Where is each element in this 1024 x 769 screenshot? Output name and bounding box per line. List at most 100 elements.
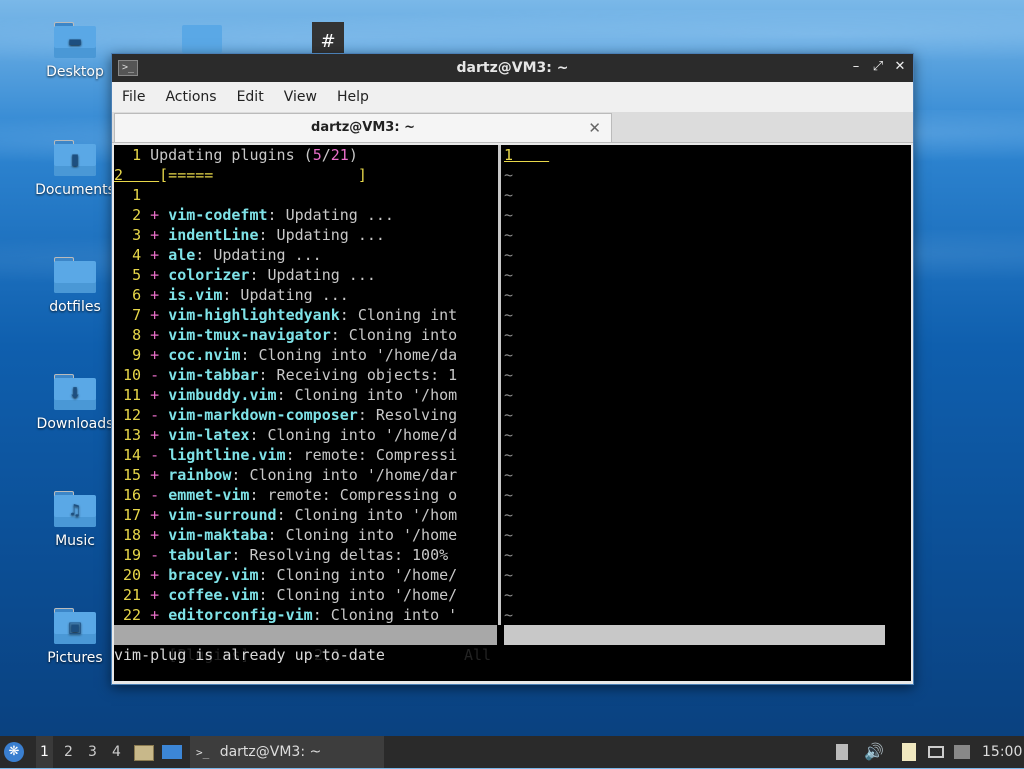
vim-left-pane[interactable]: 1 Updating plugins (5/21) 2 [===== ] 1 2… (114, 145, 497, 625)
desktop-icon-documents[interactable]: ▮ Documents (30, 140, 120, 198)
music-folder-icon: ♫ (54, 491, 96, 527)
clipboard-icon[interactable] (836, 736, 852, 768)
plugin-line: 16 - emmet-vim: remote: Compressing o (114, 485, 457, 505)
status-left: [Plugins] 2,1 All (114, 625, 497, 664)
plugin-status-sign: + (150, 286, 160, 304)
plugin-status-sign: + (150, 606, 160, 624)
desktop-icon-label: dotfiles (49, 299, 101, 315)
split-marker (497, 545, 504, 565)
status-left-all: All (464, 646, 492, 664)
plugin-status-sign: + (150, 386, 160, 404)
vim-right-pane[interactable]: 1 ~ ~ ~ ~ ~ ~ ~ ~ ~ ~ ~ ~ ~ ~ ~ ~ ~ ~ ~ ~ ~ ~ ~ (504, 145, 911, 625)
split-marker (497, 145, 504, 165)
workspace-4[interactable]: 4 (112, 736, 121, 768)
plugin-line: 6 + is.vim: Updating ... (114, 285, 349, 305)
status-right-name: [No Name] (558, 646, 640, 664)
line-number: 7 (132, 306, 142, 324)
desktop-icon-dotfiles[interactable]: dotfiles (30, 257, 120, 315)
notes-icon[interactable] (902, 736, 918, 768)
desktop-icon-music[interactable]: ♫ Music (30, 491, 120, 549)
plugin-name: vimbuddy.vim (168, 386, 277, 404)
plugin-line: 19 - tabular: Resolving deltas: 100% (114, 545, 448, 565)
tab-close-icon[interactable]: ✕ (588, 114, 601, 142)
split-marker (497, 265, 504, 285)
show-desktop-icon[interactable] (162, 736, 184, 768)
right-first-line: 1 (504, 146, 514, 164)
split-marker (497, 485, 504, 505)
plugin-message: : Resolving deltas: 100% (231, 546, 449, 564)
tilde-line: ~ (504, 306, 514, 324)
vertical-split[interactable] (497, 145, 504, 625)
plugin-name: vim-surround (168, 506, 277, 524)
plugin-status-sign: + (150, 266, 160, 284)
file-manager-icon[interactable] (134, 736, 154, 768)
tilde-line: ~ (504, 446, 514, 464)
plugin-line: 14 - lightline.vim: remote: Compressi (114, 445, 457, 465)
plugin-message: : Updating ... (249, 266, 376, 284)
documents-folder-icon: ▮ (54, 140, 96, 176)
split-marker (497, 565, 504, 585)
line-number: 19 (123, 546, 142, 564)
plugin-message: : remote: Compressing o (249, 486, 458, 504)
terminal-window[interactable]: >_ dartz@VM3: ~ – ⤢ ✕ File Actions Edit … (111, 53, 914, 685)
menu-file[interactable]: File (112, 89, 155, 105)
line-number: 14 (123, 446, 142, 464)
plugin-message: : remote: Compressi (285, 446, 458, 464)
tilde-line: ~ (504, 206, 514, 224)
tilde-line: ~ (504, 166, 514, 184)
home-folder-icon[interactable] (182, 25, 222, 53)
terminal-area[interactable]: 1 Updating plugins (5/21) 2 [===== ] 1 2… (114, 145, 911, 681)
split-marker (497, 525, 504, 545)
tilde-line: ~ (504, 226, 514, 244)
plugin-line: 22 + editorconfig-vim: Cloning into ' (114, 605, 457, 625)
plugin-line: 12 - vim-markdown-composer: Resolving (114, 405, 457, 425)
plugin-status-sign: + (150, 246, 160, 264)
line-number: 8 (132, 326, 142, 344)
plugin-status-sign: + (150, 346, 160, 364)
menu-edit[interactable]: Edit (227, 89, 274, 105)
terminal-tab[interactable]: dartz@VM3: ~ ✕ (114, 113, 612, 142)
desktop-icon-desktop[interactable]: ▬ Desktop (30, 22, 120, 80)
plugin-message: : Updating ... (195, 246, 322, 264)
volume-icon[interactable]: 🔊 (864, 736, 884, 768)
plugin-message: : Cloning into '/home/ (258, 586, 458, 604)
update-icon[interactable] (954, 736, 972, 768)
window-titlebar[interactable]: >_ dartz@VM3: ~ – ⤢ ✕ (112, 54, 913, 82)
plugin-message: : Cloning into '/home/dar (231, 466, 458, 484)
workspace-1[interactable]: 1 (36, 736, 53, 768)
taskbar-terminal-task[interactable]: >_ dartz@VM3: ~ (190, 736, 384, 768)
plugin-message: : Cloning into '/hom (276, 386, 458, 404)
window-title: dartz@VM3: ~ (456, 60, 569, 76)
split-marker (497, 385, 504, 405)
menu-actions[interactable]: Actions (155, 89, 226, 105)
split-marker (497, 205, 504, 225)
file-icon[interactable]: # (312, 22, 344, 53)
line-number: 22 (123, 606, 142, 624)
workspace-2[interactable]: 2 (64, 736, 73, 768)
split-marker (497, 505, 504, 525)
start-menu-icon[interactable]: ❋ (4, 736, 28, 768)
split-marker (497, 225, 504, 245)
plugin-line: 13 + vim-latex: Cloning into '/home/d (114, 425, 457, 445)
progress-bar: [===== ] (159, 166, 367, 184)
network-icon[interactable] (928, 736, 946, 768)
line-number: 5 (132, 266, 142, 284)
desktop-icon-label: Music (55, 533, 95, 549)
close-icon[interactable]: ✕ (893, 58, 907, 76)
plugin-line: 9 + coc.nvim: Cloning into '/home/da (114, 345, 457, 365)
desktop-icon-downloads[interactable]: ⬇ Downloads (30, 374, 120, 432)
split-marker (497, 285, 504, 305)
line-number: 2 (132, 206, 142, 224)
menu-view[interactable]: View (274, 89, 327, 105)
clock: 15:00 (982, 744, 1023, 760)
menu-help[interactable]: Help (327, 89, 379, 105)
plugin-line: 20 + bracey.vim: Cloning into '/home/ (114, 565, 457, 585)
line-number: 12 (123, 406, 142, 424)
minimize-icon[interactable]: – (849, 58, 863, 76)
maximize-icon[interactable]: ⤢ (871, 58, 885, 76)
workspace-3[interactable]: 3 (88, 736, 97, 768)
desktop-icon-pictures[interactable]: ▣ Pictures (30, 608, 120, 666)
line-number: 3 (132, 226, 142, 244)
status-right-pos: 0,0-1 (704, 646, 750, 664)
split-marker (497, 405, 504, 425)
